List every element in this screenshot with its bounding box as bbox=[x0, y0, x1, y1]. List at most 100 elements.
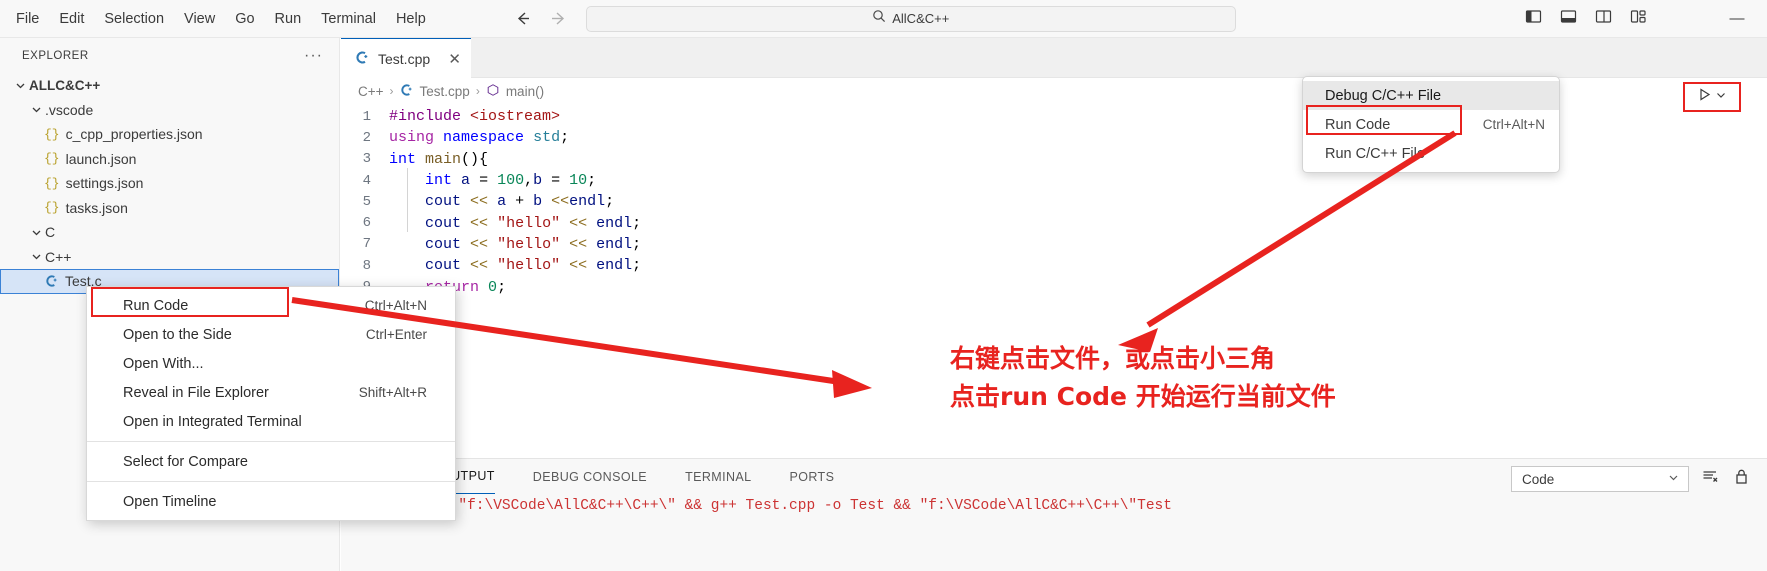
customize-layout-icon[interactable] bbox=[1630, 8, 1647, 30]
arrow-left-icon[interactable] bbox=[514, 9, 534, 29]
chevron-right-icon-2: › bbox=[475, 84, 480, 98]
line-number: 7 bbox=[362, 236, 371, 253]
context-item-label: Open With... bbox=[123, 355, 204, 372]
line-content: using namespace std; bbox=[389, 129, 570, 147]
menu-file[interactable]: File bbox=[6, 6, 49, 32]
menu-selection[interactable]: Selection bbox=[94, 6, 174, 32]
explorer-root-folder[interactable]: ALLC&C++ bbox=[0, 73, 339, 98]
run-dropdown-chevron-icon[interactable] bbox=[1715, 88, 1727, 106]
tree-item--vscode[interactable]: .vscode bbox=[0, 98, 339, 123]
clear-output-icon[interactable] bbox=[1701, 467, 1720, 491]
context-menu-item-open-to-the-side[interactable]: Open to the Side Ctrl+Enter bbox=[87, 320, 455, 349]
minimize-button[interactable]: — bbox=[1717, 4, 1757, 34]
context-item-label: Open to the Side bbox=[123, 326, 232, 343]
dropdown-item-label: Debug C/C++ File bbox=[1325, 87, 1442, 104]
close-icon[interactable]: ✕ bbox=[448, 50, 461, 68]
json-file-icon: {} bbox=[44, 126, 60, 142]
run-dropdown-item-run-code[interactable]: Run Code Ctrl+Alt+N bbox=[1303, 110, 1559, 139]
search-value: AllC&C++ bbox=[892, 11, 950, 26]
context-item-label: Reveal in File Explorer bbox=[123, 384, 269, 401]
line-number: 1 bbox=[362, 108, 371, 125]
breadcrumb-item-folder[interactable]: C++ bbox=[358, 84, 384, 99]
tree-item-settings-json[interactable]: {} settings.json bbox=[0, 171, 339, 196]
context-item-label: Open Timeline bbox=[123, 493, 217, 510]
explorer-title: EXPLORER bbox=[22, 49, 89, 62]
line-number: 5 bbox=[362, 193, 371, 210]
explorer-more-actions-icon[interactable]: ··· bbox=[304, 47, 323, 63]
symbol-method-icon bbox=[486, 83, 500, 100]
dropdown-item-shortcut: Ctrl+Alt+N bbox=[1482, 117, 1545, 132]
panel-tab-debug-console[interactable]: DEBUG CONSOLE bbox=[533, 459, 647, 494]
line-content: #include <iostream> bbox=[389, 108, 561, 126]
title-bar: File Edit Selection View Go Run Terminal Help A… bbox=[0, 0, 1767, 38]
cpp-file-icon-breadcrumb bbox=[400, 83, 414, 100]
run-dropdown-item-run-c-c-file[interactable]: Run C/C++ File bbox=[1303, 139, 1559, 168]
breadcrumb-item-symbol[interactable]: main() bbox=[506, 84, 544, 99]
context-item-shortcut: Ctrl+Alt+N bbox=[364, 298, 427, 313]
context-item-shortcut: Shift+Alt+R bbox=[358, 385, 427, 400]
code-line: 9 return 0; bbox=[341, 276, 1767, 297]
command-center-search[interactable]: AllC&C++ bbox=[585, 5, 1236, 32]
context-menu-item-select-for-compare[interactable]: Select for Compare bbox=[87, 447, 455, 476]
line-number: 4 bbox=[362, 172, 371, 189]
toggle-panel-icon[interactable] bbox=[1560, 8, 1577, 30]
context-item-label: Select for Compare bbox=[123, 453, 248, 470]
run-dropdown-item-debug-c-c-file[interactable]: Debug C/C++ File bbox=[1303, 81, 1559, 110]
arrow-right-icon[interactable] bbox=[548, 9, 568, 29]
menu-run[interactable]: Run bbox=[265, 6, 312, 32]
tree-item-c[interactable]: C bbox=[0, 220, 339, 245]
context-menu-item-open-in-integrated-terminal[interactable]: Open in Integrated Terminal bbox=[87, 407, 455, 436]
navigation-arrows bbox=[514, 9, 568, 29]
chevron-down-icon-panel bbox=[1667, 471, 1680, 487]
breadcrumb-item-file[interactable]: Test.cpp bbox=[420, 84, 470, 99]
menu-bar: File Edit Selection View Go Run Terminal Help bbox=[0, 6, 436, 32]
output-channel-value: Code bbox=[1522, 471, 1555, 487]
dropdown-item-label: Run Code bbox=[1325, 116, 1391, 133]
panel-tab-terminal[interactable]: TERMINAL bbox=[685, 459, 751, 494]
run-play-icon[interactable] bbox=[1697, 87, 1712, 107]
menu-help[interactable]: Help bbox=[386, 6, 436, 32]
chevron-right-icon: › bbox=[389, 84, 394, 98]
tab-test-cpp[interactable]: Test.cpp ✕ bbox=[341, 38, 471, 78]
menu-edit[interactable]: Edit bbox=[49, 6, 94, 32]
menu-terminal[interactable]: Terminal bbox=[311, 6, 386, 32]
code-line: 8 cout << "hello" << endl; bbox=[341, 255, 1767, 276]
line-number: 2 bbox=[362, 129, 371, 146]
context-menu-item-reveal-in-file-explorer[interactable]: Reveal in File Explorer Shift+Alt+R bbox=[87, 378, 455, 407]
root-folder-label: ALLC&C++ bbox=[29, 77, 101, 93]
panel-actions: Code bbox=[1511, 466, 1751, 492]
tree-item-tasks-json[interactable]: {} tasks.json bbox=[0, 196, 339, 221]
lock-icon[interactable] bbox=[1732, 467, 1751, 491]
tree-item-c-cpp-properties-json[interactable]: {} c_cpp_properties.json bbox=[0, 122, 339, 147]
line-content: cout << a + b <<endl; bbox=[425, 193, 615, 211]
tree-item-c-[interactable]: C++ bbox=[0, 245, 339, 270]
run-button-highlight-box bbox=[1683, 82, 1741, 112]
chevron-down-icon bbox=[12, 79, 29, 92]
context-menu-item-run-code[interactable]: Run Code Ctrl+Alt+N bbox=[87, 291, 455, 320]
annotation-text: 右键点击文件，或点击小三角 点击run Code 开始运行当前文件 bbox=[950, 340, 1336, 416]
explorer-header: EXPLORER ··· bbox=[0, 38, 339, 73]
line-content: cout << "hello" << endl; bbox=[425, 257, 642, 275]
tree-item-label: tasks.json bbox=[65, 199, 128, 216]
context-menu-separator bbox=[87, 481, 455, 482]
toggle-primary-sidebar-icon[interactable] bbox=[1525, 8, 1542, 30]
toggle-secondary-sidebar-icon[interactable] bbox=[1595, 8, 1612, 30]
context-menu-item-open-with-[interactable]: Open With... bbox=[87, 349, 455, 378]
editor-tab-bar: Test.cpp ✕ bbox=[341, 38, 1767, 78]
context-item-shortcut: Ctrl+Enter bbox=[365, 327, 427, 342]
chevron-down-icon bbox=[28, 226, 45, 239]
json-file-icon: {} bbox=[44, 151, 60, 167]
tree-item-label: .vscode bbox=[45, 101, 94, 118]
json-file-icon: {} bbox=[44, 200, 60, 216]
tree-item-launch-json[interactable]: {} launch.json bbox=[0, 147, 339, 172]
tree-item-label: C bbox=[45, 224, 56, 241]
line-number: 8 bbox=[362, 257, 371, 274]
output-channel-select[interactable]: Code bbox=[1511, 466, 1689, 492]
panel-tab-ports[interactable]: PORTS bbox=[789, 459, 834, 494]
cpp-file-icon bbox=[355, 50, 370, 68]
context-menu-item-open-timeline[interactable]: Open Timeline bbox=[87, 487, 455, 516]
dropdown-item-label: Run C/C++ File bbox=[1325, 145, 1425, 162]
line-number: 6 bbox=[362, 215, 371, 232]
menu-go[interactable]: Go bbox=[225, 6, 264, 32]
menu-view[interactable]: View bbox=[174, 6, 225, 32]
